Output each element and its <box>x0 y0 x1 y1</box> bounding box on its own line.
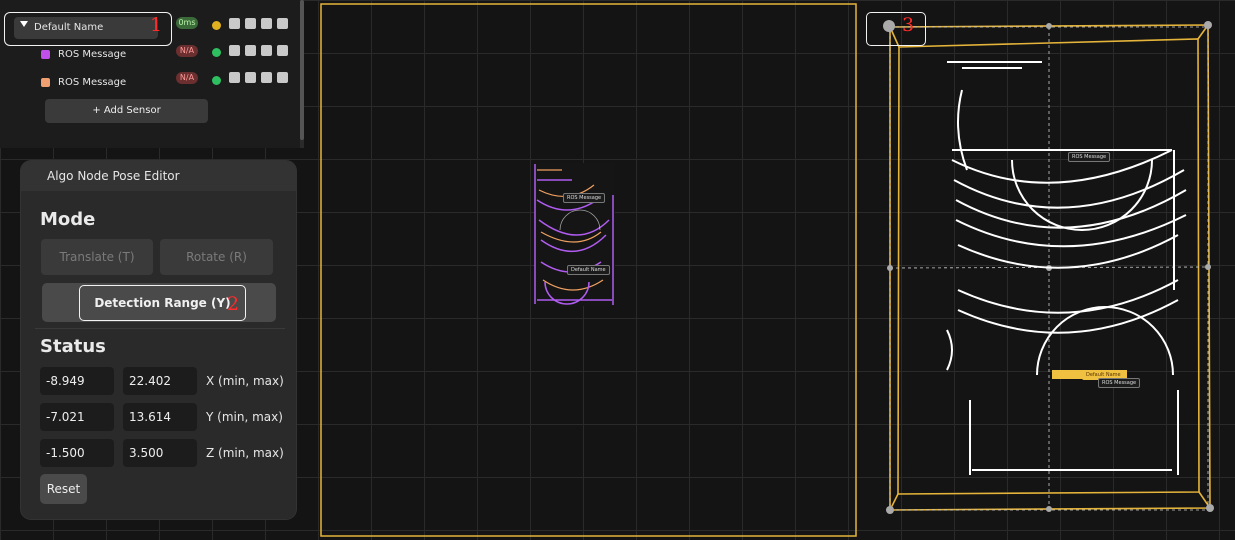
z-min-field[interactable]: -1.500 <box>40 439 114 467</box>
eye-icon[interactable] <box>261 18 272 29</box>
warning-status-icon <box>212 21 221 30</box>
point-cloud-map <box>946 61 1187 475</box>
ros-message-frame-label: ROS Message <box>563 193 606 203</box>
y-min-field[interactable]: -7.021 <box>40 403 114 431</box>
eye-icon[interactable] <box>261 72 272 83</box>
pose-editor-title: Algo Node Pose Editor <box>47 169 180 183</box>
latency-badge: 0ms <box>176 17 198 29</box>
default-name-frame-label: Default Name <box>567 265 610 275</box>
gear-icon[interactable] <box>229 72 240 83</box>
reset-button[interactable]: Reset <box>40 474 87 504</box>
add-sensor-button[interactable]: + Add Sensor <box>45 99 208 123</box>
annotation-number-3: 3 <box>902 14 915 36</box>
lock-icon[interactable] <box>277 18 288 29</box>
gear-icon[interactable] <box>229 18 240 29</box>
y-range-label: Y (min, max) <box>206 410 283 424</box>
mode-heading: Mode <box>40 209 96 230</box>
status-heading: Status <box>40 336 106 357</box>
z-range-label: Z (min, max) <box>206 446 284 460</box>
eye-icon[interactable] <box>261 45 272 56</box>
child-sensor-name[interactable]: ROS Message <box>58 49 126 60</box>
selection-highlight <box>4 12 172 46</box>
corner-handle[interactable] <box>883 20 895 32</box>
z-max-field[interactable]: 3.500 <box>123 439 197 467</box>
x-min-field[interactable]: -8.949 <box>40 367 114 395</box>
lock-icon[interactable] <box>277 72 288 83</box>
ros-message-frame-label: ROS Message <box>1098 378 1141 388</box>
ros-message-frame-label: ROS Message <box>1068 152 1111 162</box>
trash-icon[interactable] <box>245 45 256 56</box>
detection-range-button[interactable]: Detection Range (Y) <box>79 285 246 321</box>
annotation-number-2: 2 <box>227 293 240 315</box>
latency-badge: N/A <box>176 45 198 57</box>
annotation-number-1: 1 <box>150 14 163 36</box>
child-sensor-name[interactable]: ROS Message <box>58 77 126 88</box>
x-range-label: X (min, max) <box>206 374 284 388</box>
rotate-button[interactable]: Rotate (R) <box>160 239 273 275</box>
latency-badge: N/A <box>176 72 198 84</box>
trash-icon[interactable] <box>245 72 256 83</box>
pose-editor-panel: Algo Node Pose Editor Mode Translate (T)… <box>21 161 296 519</box>
sensor-color-swatch <box>41 50 50 59</box>
viewport-right-scene <box>886 21 1214 514</box>
ok-status-icon <box>212 76 221 85</box>
divider <box>35 328 285 329</box>
viewport-right[interactable]: 3 ROS Message Default Name ROS Message <box>862 0 1235 540</box>
sensor-tree-panel: Default Name 1 0ms ROS Message N/A ROS M… <box>0 0 300 148</box>
gear-icon[interactable] <box>229 45 240 56</box>
sensor-color-swatch <box>41 78 50 87</box>
lock-icon[interactable] <box>277 45 288 56</box>
viewport-left[interactable]: ROS Message Default Name <box>315 0 862 540</box>
trash-icon[interactable] <box>245 18 256 29</box>
x-max-field[interactable]: 22.402 <box>123 367 197 395</box>
y-max-field[interactable]: 13.614 <box>123 403 197 431</box>
ok-status-icon <box>212 48 221 57</box>
scrollbar-thumb[interactable] <box>300 0 304 140</box>
pose-editor-header[interactable]: Algo Node Pose Editor <box>21 161 296 191</box>
selection-highlight <box>866 12 926 46</box>
point-cloud-preview <box>534 163 615 306</box>
translate-button[interactable]: Translate (T) <box>41 239 153 275</box>
